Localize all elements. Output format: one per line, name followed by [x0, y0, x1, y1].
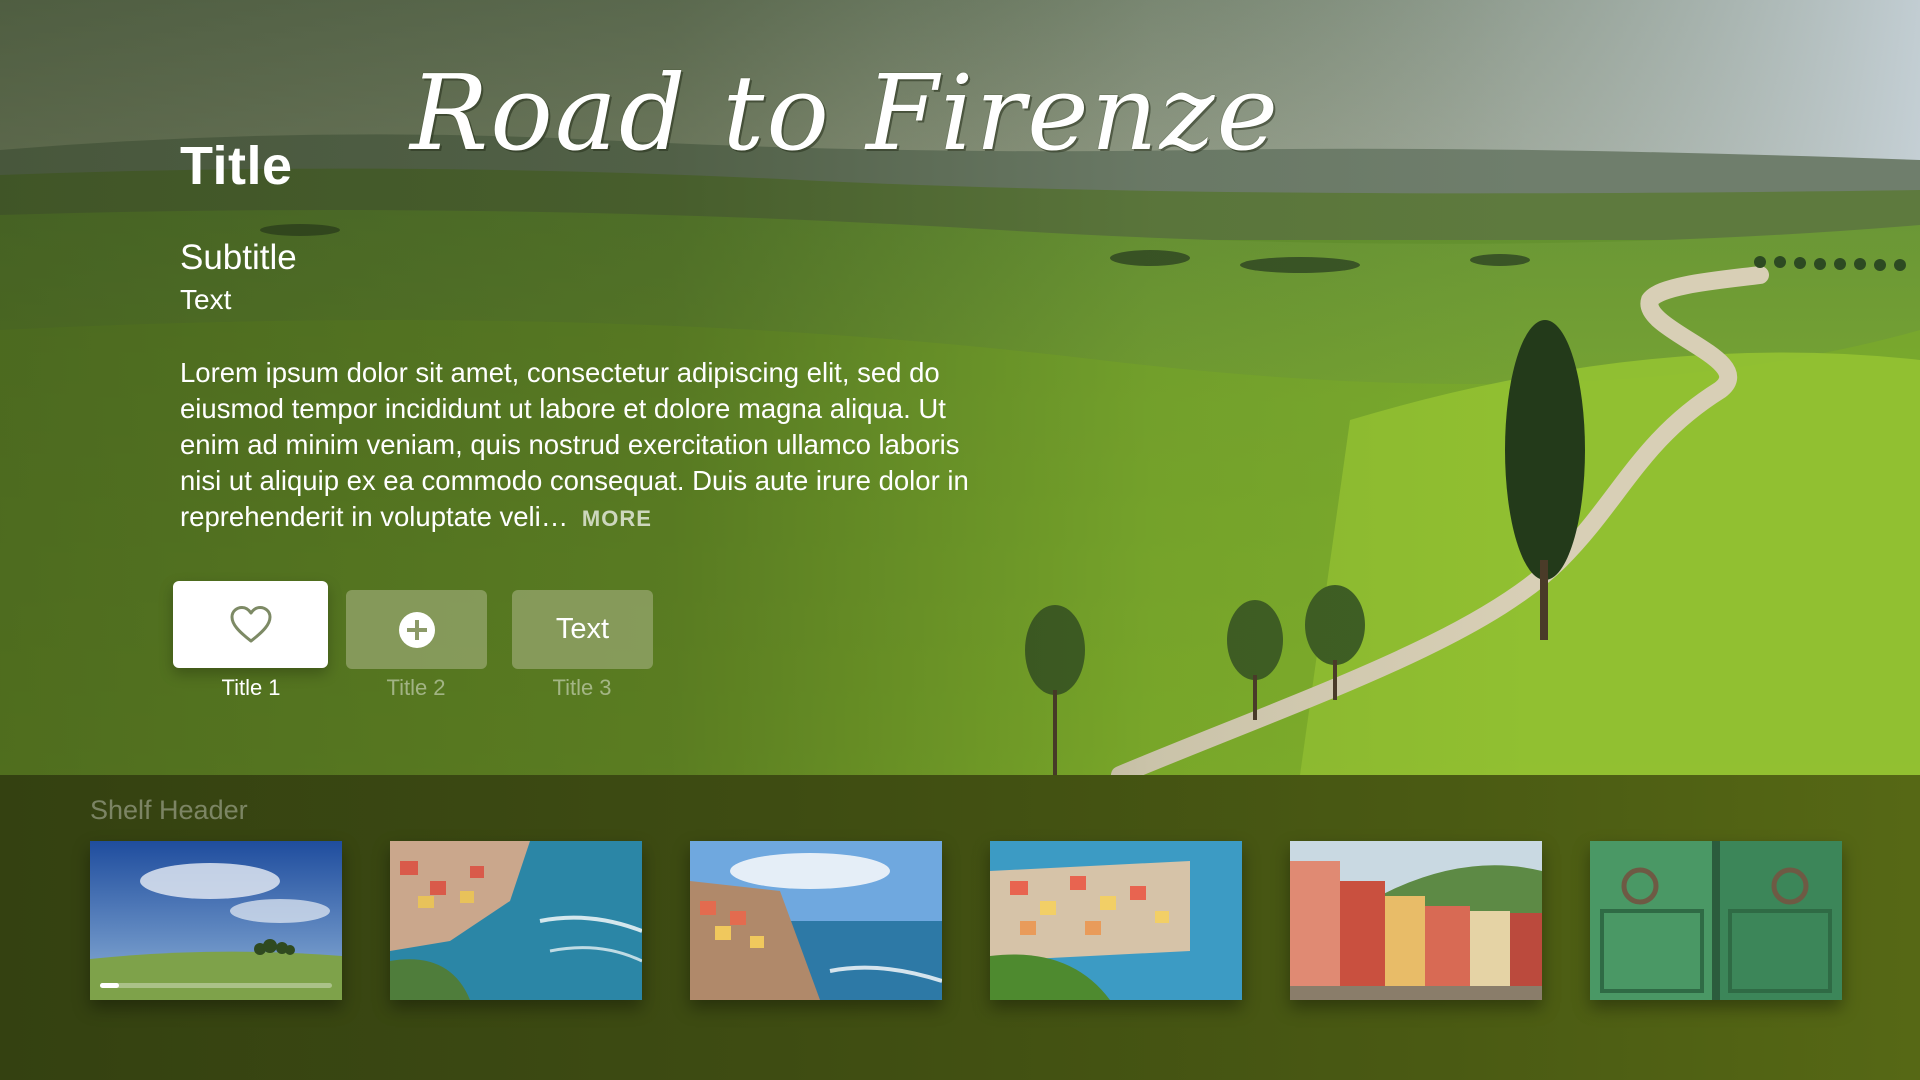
shelf-item-image	[390, 841, 642, 1000]
page-title: Title	[180, 136, 293, 196]
shelf-header: Shelf Header	[90, 795, 248, 825]
shelf-item-image	[90, 841, 342, 1000]
shelf-item-5[interactable]	[1290, 841, 1542, 1000]
shelf-item-image	[690, 841, 942, 1000]
page-subtitle: Subtitle	[180, 238, 297, 277]
add-button[interactable]	[346, 590, 487, 669]
shelf-item-image	[990, 841, 1242, 1000]
shelf-item-2[interactable]	[390, 841, 642, 1000]
show-logo-title: Road to Firenze	[410, 52, 1281, 174]
button-caption-3: Title 3	[552, 675, 612, 700]
description-text: Lorem ipsum dolor sit amet, consectetur …	[180, 357, 969, 532]
shelf-item-1[interactable]	[90, 841, 342, 1000]
shelf-item-image	[1590, 841, 1842, 1000]
page-subtext: Text	[180, 284, 232, 315]
description: Lorem ipsum dolor sit amet, consectetur …	[180, 355, 990, 537]
shelf-item-4[interactable]	[990, 841, 1242, 1000]
more-link[interactable]: MORE	[582, 506, 652, 531]
button-caption-1: Title 1	[221, 675, 281, 700]
text-button-label: Text	[555, 613, 610, 645]
watch-progress-fill	[100, 983, 119, 988]
heart-icon	[230, 605, 271, 642]
shelf-item-image	[1290, 841, 1542, 1000]
plus-circle-icon	[398, 611, 435, 648]
favorite-button[interactable]	[173, 581, 328, 668]
text-button[interactable]: Text	[512, 590, 653, 669]
shelf-item-3[interactable]	[690, 841, 942, 1000]
shelf-item-6[interactable]	[1590, 841, 1842, 1000]
watch-progress-bar	[100, 983, 332, 988]
button-caption-2: Title 2	[386, 675, 446, 700]
